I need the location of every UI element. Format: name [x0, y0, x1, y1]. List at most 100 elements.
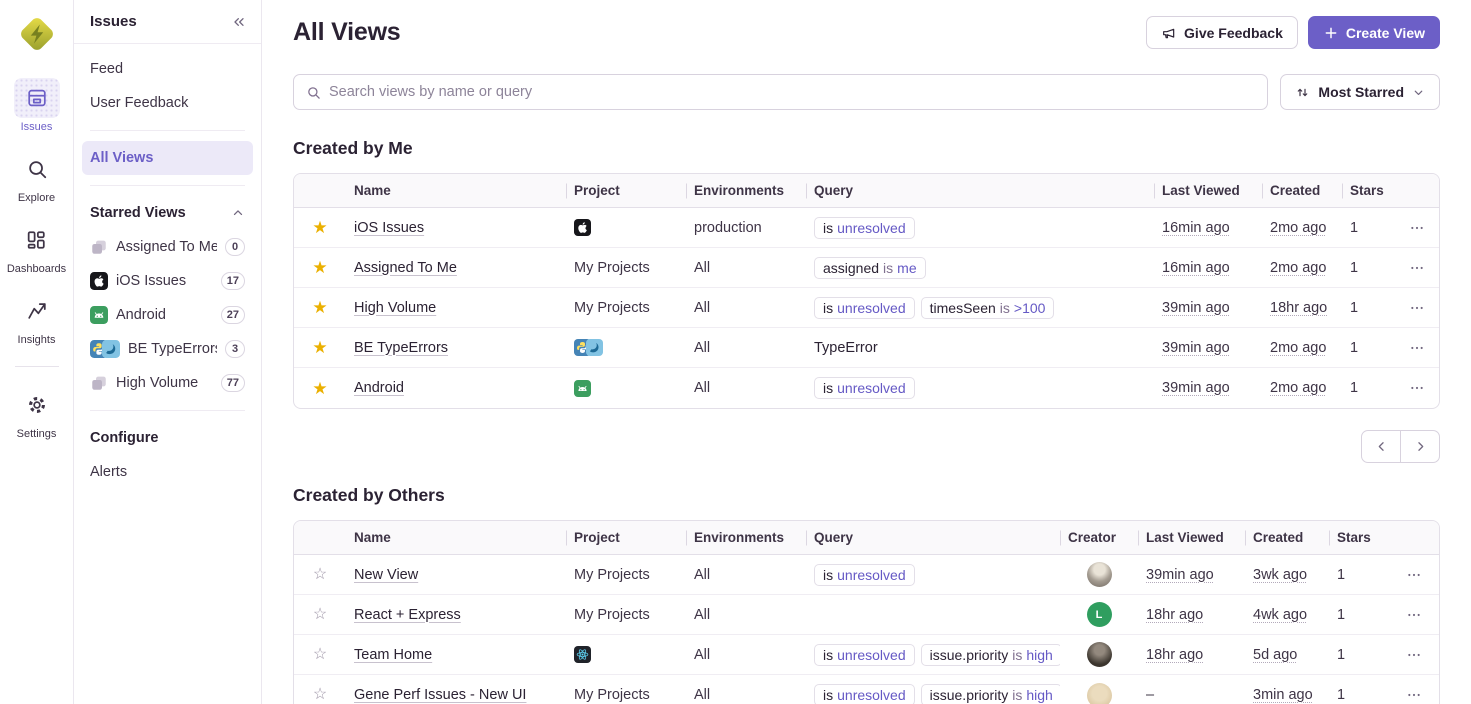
created: 3wk ago — [1253, 567, 1307, 583]
sidebar-item-all-views[interactable]: All Views — [82, 141, 253, 175]
give-feedback-button[interactable]: Give Feedback — [1146, 16, 1298, 49]
created: 2mo ago — [1270, 220, 1326, 236]
row-menu-button[interactable] — [1394, 260, 1439, 276]
star-toggle[interactable]: ★ — [294, 259, 346, 276]
stars-count: 1 — [1342, 220, 1394, 236]
query-cell: TypeError — [806, 340, 1154, 356]
star-toggle[interactable]: ☆ — [294, 687, 346, 703]
android-project-icon — [574, 380, 591, 397]
issue-count-badge: 77 — [221, 374, 245, 392]
primary-nav-rail: Issues Explore Dashboards Insights Setti… — [0, 0, 74, 704]
project-cell — [566, 219, 686, 236]
environments-cell: All — [686, 340, 806, 356]
starred-view-ios-issues[interactable]: iOS Issues 17 — [82, 264, 253, 298]
query-cell: isunresolved — [806, 217, 1154, 239]
last-viewed: – — [1146, 687, 1154, 703]
created: 18hr ago — [1270, 300, 1327, 316]
star-toggle[interactable]: ★ — [294, 299, 346, 316]
row-menu-button[interactable] — [1389, 687, 1439, 703]
rail-label: Explore — [18, 192, 55, 204]
column-header-name: Name — [346, 183, 566, 198]
creator-avatar[interactable] — [1087, 642, 1112, 667]
table-row: ☆ Team Home Allisunresolvedissue.priorityi… — [294, 635, 1439, 675]
starred-view-label: BE TypeErrors — [128, 341, 217, 357]
query-token: assignedisme — [814, 257, 926, 279]
row-menu-button[interactable] — [1389, 647, 1439, 663]
star-toggle[interactable]: ☆ — [294, 567, 346, 583]
row-menu-button[interactable] — [1394, 340, 1439, 356]
project-cell: My Projects — [566, 300, 686, 316]
rail-item-issues[interactable]: Issues — [14, 78, 60, 133]
stars-count: 1 — [1329, 687, 1389, 703]
project-cell: My Projects — [566, 260, 686, 276]
environments-cell: All — [686, 647, 806, 663]
row-menu-button[interactable] — [1394, 380, 1439, 396]
column-header-query: Query — [806, 530, 1060, 545]
starred-view-android[interactable]: Android 27 — [82, 298, 253, 332]
row-menu-button[interactable] — [1394, 300, 1439, 316]
star-toggle[interactable]: ★ — [294, 380, 346, 397]
starred-view-be-typeerrors[interactable]: BE TypeErrors 3 — [82, 332, 253, 366]
star-toggle[interactable]: ★ — [294, 339, 346, 356]
query-cell: isunresolvedissue.priorityishigh — [806, 644, 1060, 666]
sidebar-divider — [90, 130, 245, 131]
created-by-me-table: Name Project Environments Query Last Vie… — [293, 173, 1440, 409]
starred-views-section-header[interactable]: Starred Views — [82, 196, 253, 230]
search-views-box[interactable] — [293, 74, 1268, 110]
created: 4wk ago — [1253, 607, 1307, 623]
sort-dropdown[interactable]: Most Starred — [1280, 74, 1440, 110]
creator-avatar[interactable] — [1087, 562, 1112, 587]
view-name-link[interactable]: Team Home — [354, 647, 432, 663]
project-icon-group — [90, 374, 108, 392]
chevron-left-icon — [1374, 439, 1389, 454]
view-name-link[interactable]: React + Express — [354, 607, 461, 623]
last-viewed: 39min ago — [1146, 567, 1214, 583]
all-views-page: All Views Give Feedback Create View Most… — [262, 0, 1471, 704]
star-toggle[interactable]: ☆ — [294, 647, 346, 663]
rail-label: Insights — [18, 334, 56, 346]
sort-label: Most Starred — [1318, 84, 1404, 100]
next-page-button[interactable] — [1400, 430, 1440, 463]
row-menu-button[interactable] — [1389, 607, 1439, 623]
sentry-logo[interactable] — [15, 12, 59, 56]
last-viewed: 39min ago — [1162, 380, 1230, 396]
last-viewed: 18hr ago — [1146, 607, 1203, 623]
star-toggle[interactable]: ★ — [294, 219, 346, 236]
query-token: isunresolved — [814, 564, 915, 586]
view-name-link[interactable]: Android — [354, 380, 404, 396]
last-viewed: 16min ago — [1162, 260, 1230, 276]
react-project-icon — [574, 646, 591, 663]
rail-item-explore[interactable]: Explore — [14, 149, 60, 204]
collapse-sidebar-icon[interactable] — [231, 14, 247, 30]
star-toggle[interactable]: ☆ — [294, 607, 346, 623]
starred-view-label: High Volume — [116, 375, 213, 391]
view-name-link[interactable]: iOS Issues — [354, 220, 424, 236]
rail-item-settings[interactable]: Settings — [14, 385, 60, 440]
view-name-link[interactable]: New View — [354, 567, 418, 583]
create-view-button[interactable]: Create View — [1308, 16, 1440, 49]
environments-cell: All — [686, 687, 806, 703]
starred-view-assigned-to-me[interactable]: Assigned To Me 0 — [82, 230, 253, 264]
view-name-link[interactable]: Gene Perf Issues - New UI — [354, 687, 526, 703]
view-name-link[interactable]: High Volume — [354, 300, 436, 316]
search-input[interactable] — [329, 84, 1255, 100]
creator-avatar[interactable]: L — [1087, 602, 1112, 627]
rail-item-insights[interactable]: Insights — [14, 291, 60, 346]
sidebar-item-user-feedback[interactable]: User Feedback — [82, 86, 253, 120]
view-name-link[interactable]: BE TypeErrors — [354, 340, 448, 356]
starred-view-high-volume[interactable]: High Volume 77 — [82, 366, 253, 400]
creator-avatar[interactable] — [1087, 683, 1112, 704]
sidebar-item-alerts[interactable]: Alerts — [82, 455, 253, 489]
row-menu-button[interactable] — [1394, 220, 1439, 236]
view-name-link[interactable]: Assigned To Me — [354, 260, 457, 276]
sidebar-item-feed[interactable]: Feed — [82, 52, 253, 86]
environments-cell: All — [686, 567, 806, 583]
query-cell: isunresolvedtimesSeenis>100 — [806, 297, 1154, 319]
row-menu-button[interactable] — [1389, 567, 1439, 583]
rail-item-dashboards[interactable]: Dashboards — [7, 220, 66, 275]
chevron-up-icon[interactable] — [231, 206, 245, 220]
previous-page-button[interactable] — [1361, 430, 1401, 463]
column-header-stars: Stars — [1342, 183, 1394, 198]
chevron-down-icon — [1412, 86, 1425, 99]
query-token: issue.priorityishigh — [921, 684, 1060, 704]
